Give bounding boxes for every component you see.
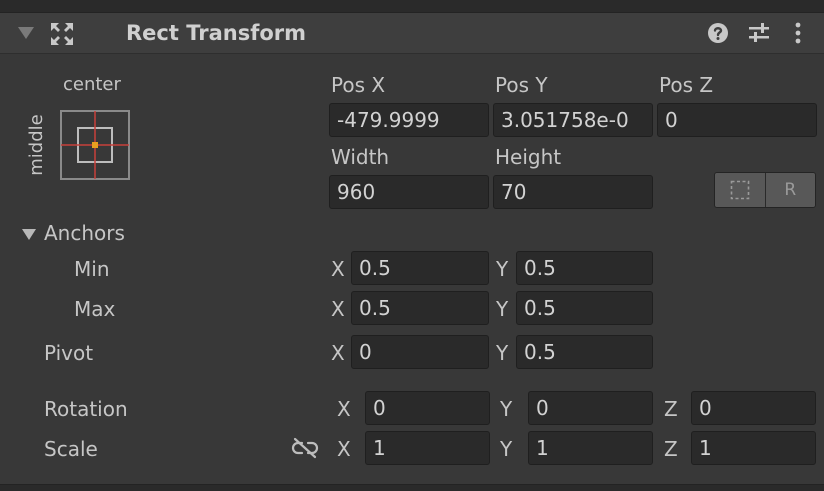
- rotation-z-axis-label: Z: [664, 397, 678, 421]
- raw-edit-mode-button[interactable]: R: [764, 173, 815, 207]
- pos-z-label: Pos Z: [659, 73, 714, 97]
- scale-y-axis-label: Y: [500, 437, 513, 461]
- anchor-presets-button[interactable]: [60, 110, 130, 180]
- anchors-min-label: Min: [74, 257, 110, 281]
- anchors-max-label: Max: [74, 297, 116, 321]
- pos-y-label: Pos Y: [495, 73, 548, 97]
- height-label: Height: [495, 145, 562, 169]
- anchors-max-y-axis-label: Y: [496, 297, 509, 321]
- anchors-label[interactable]: Anchors: [44, 221, 125, 245]
- pivot-label: Pivot: [44, 341, 94, 365]
- anchors-min-y-field[interactable]: 0.5: [516, 251, 653, 285]
- component-header[interactable]: Rect Transform: [0, 12, 824, 54]
- blueprint-mode-button[interactable]: [715, 173, 765, 207]
- width-label: Width: [331, 145, 390, 169]
- pivot-y-axis-label: Y: [496, 341, 509, 365]
- pivot-x-axis-label: X: [331, 341, 345, 365]
- presets-sliders-icon[interactable]: [746, 21, 772, 45]
- blueprint-dashed-rect-icon: [730, 180, 750, 200]
- rotation-x-axis-label: X: [337, 397, 351, 421]
- edit-mode-toggle-group: R: [714, 172, 816, 208]
- anchors-max-x-axis-label: X: [331, 297, 345, 321]
- scale-y-field[interactable]: 1: [528, 431, 653, 465]
- pos-x-field[interactable]: -479.9999: [329, 103, 489, 137]
- height-field[interactable]: 70: [493, 175, 653, 209]
- anchors-foldout-arrow-icon[interactable]: [20, 226, 38, 242]
- pivot-y-field[interactable]: 0.5: [516, 335, 653, 369]
- pos-z-field[interactable]: 0: [657, 103, 817, 137]
- scale-z-field[interactable]: 1: [691, 431, 816, 465]
- anchor-horizontal-label: center: [63, 74, 121, 95]
- width-field[interactable]: 960: [329, 175, 489, 209]
- rotation-x-field[interactable]: 0: [365, 391, 490, 425]
- anchors-max-y-field[interactable]: 0.5: [516, 291, 653, 325]
- rotation-y-field[interactable]: 0: [528, 391, 653, 425]
- help-icon[interactable]: [706, 21, 730, 45]
- anchors-max-x-field[interactable]: 0.5: [351, 291, 489, 325]
- component-title: Rect Transform: [126, 21, 307, 45]
- constrain-proportions-link-icon[interactable]: [290, 436, 320, 460]
- pos-x-label: Pos X: [331, 73, 386, 97]
- rect-transform-icon: [48, 20, 76, 48]
- anchor-vertical-label: middle: [26, 114, 47, 176]
- more-options-icon[interactable]: [788, 21, 808, 45]
- anchors-min-x-axis-label: X: [331, 257, 345, 281]
- bottom-divider: [0, 484, 824, 491]
- top-divider: [0, 0, 824, 12]
- scale-label: Scale: [44, 437, 98, 461]
- pos-y-field[interactable]: 3.051758e-0: [493, 103, 653, 137]
- scale-x-axis-label: X: [337, 437, 351, 461]
- pivot-x-field[interactable]: 0: [351, 335, 489, 369]
- foldout-arrow-icon[interactable]: [16, 23, 36, 43]
- scale-x-field[interactable]: 1: [365, 431, 490, 465]
- rotation-z-field[interactable]: 0: [691, 391, 816, 425]
- anchors-min-x-field[interactable]: 0.5: [351, 251, 489, 285]
- rotation-y-axis-label: Y: [500, 397, 513, 421]
- anchors-min-y-axis-label: Y: [496, 257, 509, 281]
- scale-z-axis-label: Z: [664, 437, 678, 461]
- rotation-label: Rotation: [44, 397, 128, 421]
